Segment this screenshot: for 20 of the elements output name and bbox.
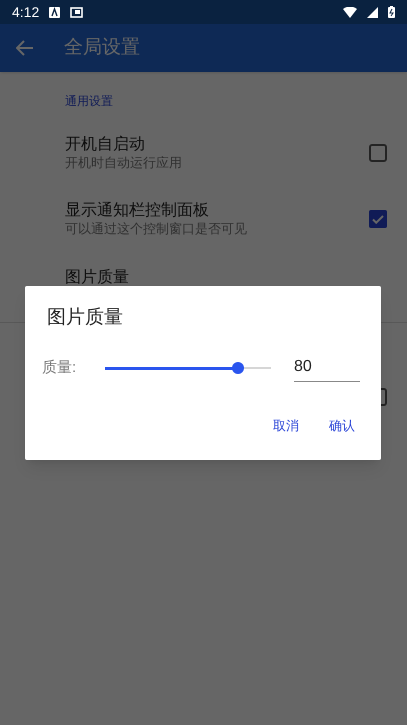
status-time: 4:12 [12, 2, 40, 22]
quality-input[interactable]: 80 [294, 354, 360, 382]
checkbox[interactable] [369, 210, 387, 228]
setting-title: 显示通知栏控制面板 [65, 201, 210, 221]
dialog-button[interactable]: 确认 [329, 416, 355, 435]
signal-icon [367, 6, 378, 18]
setting-title: 开机自启动 [65, 135, 146, 155]
app-bar-title: 全局设置 [64, 36, 140, 60]
notification-icon [49, 6, 60, 18]
checkbox[interactable] [369, 144, 387, 162]
dialog-button[interactable]: 取消 [273, 416, 299, 435]
back-arrow-icon[interactable] [16, 40, 34, 56]
quality-label: 质量: [42, 358, 78, 378]
wifi-icon [343, 6, 357, 18]
battery-icon [388, 6, 395, 18]
section-header: 通用设置 [65, 93, 114, 110]
setting-title: 图片质量 [65, 268, 130, 288]
notification-icon [70, 6, 84, 18]
quality-slider[interactable] [105, 361, 271, 375]
dialog-title: 图片质量 [47, 306, 124, 330]
